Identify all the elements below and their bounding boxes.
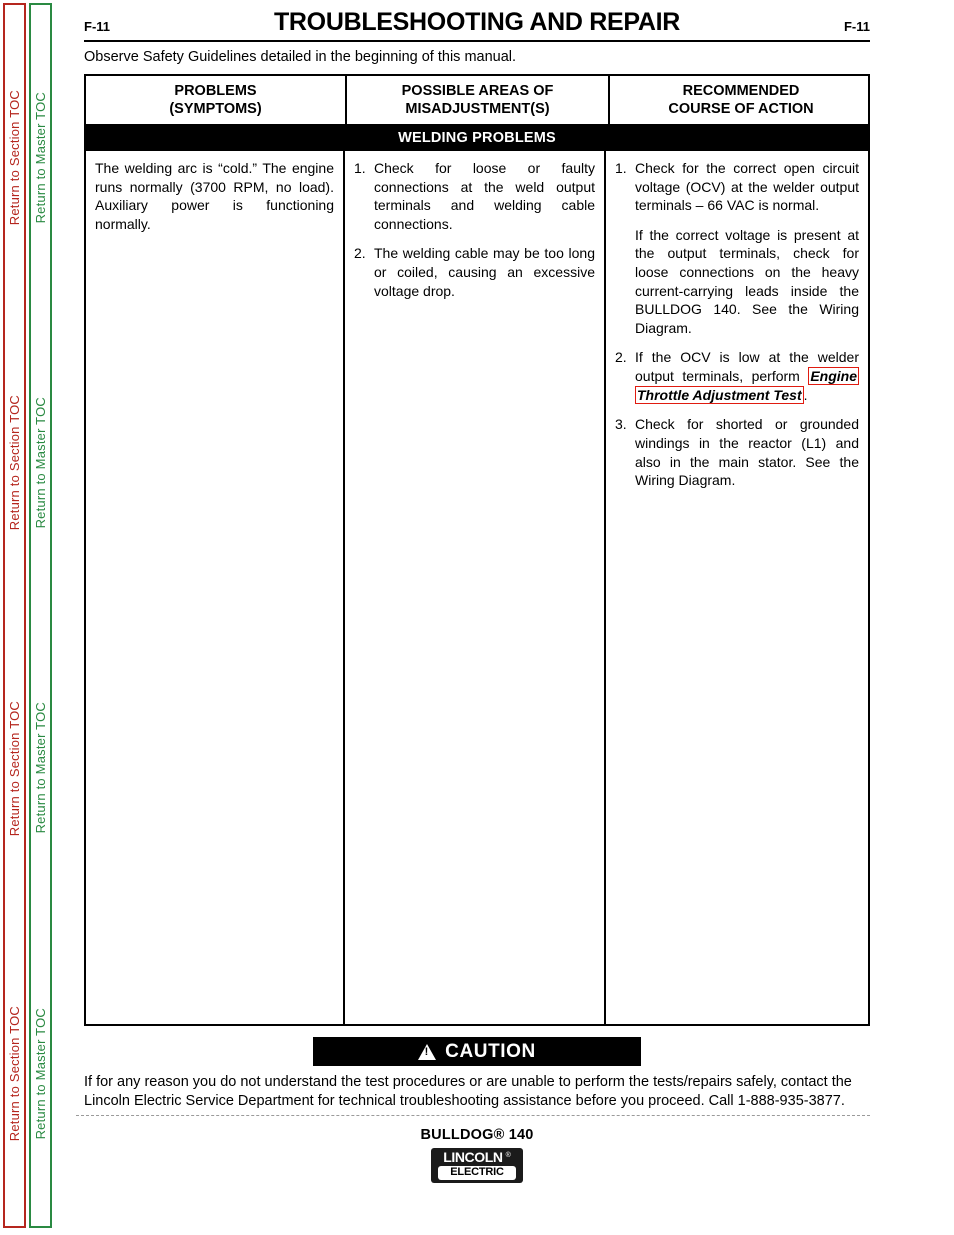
page-footer: BULLDOG® 140 LINCOLN ® ELECTRIC	[84, 1127, 870, 1183]
lincoln-electric-logo: LINCOLN ® ELECTRIC	[431, 1148, 523, 1183]
sidebar-master-toc-rail[interactable]: Return to Master TOC Return to Master TO…	[29, 3, 52, 1228]
list-item-text: Check for shorted or grounded windings i…	[635, 416, 859, 489]
sidebar-section-toc-rail[interactable]: Return to Section TOC Return to Section …	[3, 3, 26, 1228]
list-item-subparagraph: If the correct voltage is present at the…	[635, 226, 859, 336]
table-row: The welding arc is “cold.” The engine ru…	[86, 151, 868, 1024]
list-item-number: 1.	[354, 160, 366, 176]
list-item-text: Check for loose or faulty connections at…	[374, 160, 595, 232]
cell-symptom: The welding arc is “cold.” The engine ru…	[86, 151, 345, 1024]
list-item-text: If the OCV is low at the welder output t…	[635, 348, 859, 404]
page-header: F-11 TROUBLESHOOTING AND REPAIR F-11	[84, 0, 870, 36]
section-band-welding-problems: WELDING PROBLEMS	[86, 126, 868, 151]
symptom-text: The welding arc is “cold.” The engine ru…	[95, 160, 334, 232]
logo-top-row: LINCOLN ®	[434, 1150, 520, 1165]
column-header-line2: COURSE OF ACTION	[668, 101, 814, 117]
document-page: F-11 TROUBLESHOOTING AND REPAIR F-11 Obs…	[76, 0, 870, 1235]
list-item-number: 1.	[615, 160, 627, 176]
sidebar-item-section-toc[interactable]: Return to Section TOC	[7, 90, 22, 225]
column-header-line2: MISADJUSTMENT(S)	[405, 101, 550, 117]
sidebar-item-master-toc[interactable]: Return to Master TOC	[33, 1008, 48, 1139]
page-title: TROUBLESHOOTING AND REPAIR	[273, 8, 681, 36]
list-item-tail-text: .	[803, 386, 808, 403]
sidebar-item-master-toc[interactable]: Return to Master TOC	[33, 397, 48, 528]
sidebar-item-section-toc[interactable]: Return to Section TOC	[7, 701, 22, 836]
list-item: 1. Check for loose or faulty connections…	[354, 159, 595, 233]
logo-secondary-text: ELECTRIC	[438, 1165, 516, 1180]
table-header-row: PROBLEMS (SYMPTOMS) POSSIBLE AREAS OF MI…	[86, 76, 868, 126]
list-item-number: 3.	[615, 416, 627, 433]
list-item: 2. If the OCV is low at the welder outpu…	[615, 348, 859, 404]
list-item-text: Check for the correct open circuit volta…	[635, 160, 859, 214]
sidebar-item-section-toc[interactable]: Return to Section TOC	[7, 395, 22, 530]
sidebar-item-master-toc[interactable]: Return to Master TOC	[33, 92, 48, 223]
list-item-number: 2.	[354, 245, 366, 262]
column-header-possible-areas: POSSIBLE AREAS OF MISADJUSTMENT(S)	[347, 76, 610, 124]
sidebar-item-master-toc[interactable]: Return to Master TOC	[33, 702, 48, 833]
footer-divider	[76, 1115, 870, 1117]
safety-note: Observe Safety Guidelines detailed in th…	[84, 49, 517, 65]
column-header-problems: PROBLEMS (SYMPTOMS)	[86, 76, 347, 124]
list-item-number: 2.	[615, 349, 627, 366]
cell-recommended-action: 1. Check for the correct open circuit vo…	[606, 151, 868, 1024]
cell-possible-areas: 1. Check for loose or faulty connections…	[345, 151, 606, 1024]
warning-triangle-icon	[418, 1043, 437, 1060]
caution-banner: CAUTION	[313, 1037, 641, 1066]
column-header-line1: PROBLEMS	[174, 82, 257, 99]
troubleshooting-table: PROBLEMS (SYMPTOMS) POSSIBLE AREAS OF MI…	[84, 74, 870, 1026]
sidebar-item-section-toc[interactable]: Return to Section TOC	[7, 1006, 22, 1141]
column-header-recommended: RECOMMENDED COURSE OF ACTION	[610, 76, 872, 124]
caution-body-text: If for any reason you do not understand …	[84, 1074, 852, 1110]
caution-label: CAUTION	[445, 1040, 536, 1062]
registered-trademark-icon: ®	[505, 1152, 511, 1160]
list-item: 3. Check for shorted or grounded winding…	[615, 415, 859, 489]
column-header-line1: RECOMMENDED	[682, 82, 800, 99]
header-divider	[84, 40, 870, 42]
list-item: 2. The welding cable may be too long or …	[354, 244, 595, 300]
logo-primary-text: LINCOLN	[443, 1149, 503, 1166]
list-item-text: The welding cable may be too long or coi…	[374, 245, 595, 299]
model-name: BULLDOG® 140	[420, 1127, 534, 1144]
caution-banner-wrap: CAUTION	[84, 1037, 870, 1066]
list-item: 1. Check for the correct open circuit vo…	[615, 159, 859, 215]
column-header-line2: (SYMPTOMS)	[169, 101, 262, 117]
column-header-line1: POSSIBLE AREAS OF	[401, 82, 554, 99]
